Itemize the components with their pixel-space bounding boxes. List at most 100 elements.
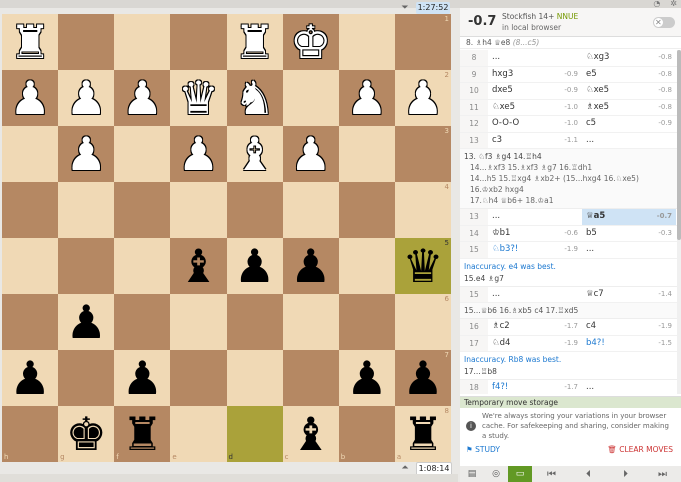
black-move[interactable]: ♗xe5 -0.8: [582, 100, 676, 116]
square-a8[interactable]: ♜ 8 a: [394, 406, 451, 462]
scrollbar-thumb[interactable]: [677, 50, 681, 240]
square-b8[interactable]: b: [338, 406, 395, 462]
square-f3[interactable]: [114, 126, 171, 182]
square-g6[interactable]: ♟: [58, 294, 115, 350]
square-e5[interactable]: ♝: [170, 238, 227, 294]
square-a3[interactable]: 3: [394, 126, 451, 182]
black-move[interactable]: ♕c7 -1.4: [582, 287, 676, 303]
square-e3[interactable]: ♟: [170, 126, 227, 182]
variation-comment[interactable]: 15...♕b6 16.♗xb5 c4 17.♖xd5: [460, 303, 677, 319]
square-d7[interactable]: [226, 350, 283, 406]
square-f1[interactable]: [114, 14, 171, 70]
square-h4[interactable]: [2, 182, 59, 238]
white-move[interactable]: ...: [488, 50, 582, 66]
square-b6[interactable]: [338, 294, 395, 350]
prev-move-button[interactable]: ⏴: [570, 466, 607, 482]
piece[interactable]: ♟: [9, 75, 50, 121]
piece[interactable]: ♟: [66, 299, 107, 345]
square-a6[interactable]: 6: [394, 294, 451, 350]
square-d6[interactable]: [226, 294, 283, 350]
black-move[interactable]: e5 -0.8: [582, 67, 676, 83]
white-move[interactable]: ♔b1 -0.6: [488, 226, 582, 242]
square-f2[interactable]: ♟: [114, 70, 171, 126]
square-d1[interactable]: ♜: [226, 14, 283, 70]
square-d2[interactable]: ♞: [226, 70, 283, 126]
chess-board[interactable]: ♜ ♜ ♚ 1 ♟ ♟ ♟ ♛ ♞ ♟ ♟ 2 ♟ ♟ ♝ ♟ 3 4 ♝ ♟ ♟ ♛ 5 ♟ 6 ♟ ♟ ♟ ♟ 7 h ♚ g ♜ f e d ♝ c b…: [2, 14, 451, 462]
white-move[interactable]: f4?! -1.7: [488, 380, 582, 394]
black-move[interactable]: c5 -0.9: [582, 116, 676, 132]
square-f8[interactable]: ♜ f: [114, 406, 171, 462]
square-g4[interactable]: [58, 182, 115, 238]
piece[interactable]: ♟: [66, 131, 107, 177]
square-h2[interactable]: ♟: [2, 70, 59, 126]
black-move[interactable]: c4 -1.9: [582, 319, 676, 335]
study-button[interactable]: ⚑ STUDY: [466, 445, 500, 454]
square-h3[interactable]: [2, 126, 59, 182]
square-a2[interactable]: ♟ 2: [394, 70, 451, 126]
square-b3[interactable]: [338, 126, 395, 182]
square-h8[interactable]: h: [2, 406, 59, 462]
white-move[interactable]: ♗c2 -1.7: [488, 319, 582, 335]
move-list-scrollbar[interactable]: [677, 50, 681, 394]
black-move[interactable]: ...: [582, 380, 676, 394]
piece[interactable]: ♝: [234, 131, 275, 177]
piece[interactable]: ♟: [9, 355, 50, 401]
square-e7[interactable]: [170, 350, 227, 406]
square-g8[interactable]: ♚ g: [58, 406, 115, 462]
square-a5[interactable]: ♛ 5: [394, 238, 451, 294]
suggested-line[interactable]: 17...♖b8: [460, 367, 677, 380]
piece[interactable]: ♚: [290, 19, 331, 65]
square-a4[interactable]: 4: [394, 182, 451, 238]
opening-book-button[interactable]: ▤: [460, 466, 484, 482]
gear-icon[interactable]: ✲: [670, 0, 677, 8]
square-g3[interactable]: ♟: [58, 126, 115, 182]
square-c8[interactable]: ♝ c: [282, 406, 339, 462]
piece[interactable]: ♟: [346, 355, 387, 401]
piece[interactable]: ♟: [290, 131, 331, 177]
piece[interactable]: ♟: [290, 243, 331, 289]
black-move[interactable]: b5 -0.3: [582, 226, 676, 242]
piece[interactable]: ♞: [234, 75, 275, 121]
principal-variation[interactable]: 8. ♗h4 ♕e8 (8...c5): [460, 37, 681, 49]
piece[interactable]: ♜: [234, 19, 275, 65]
square-f5[interactable]: [114, 238, 171, 294]
piece[interactable]: ♜: [9, 19, 50, 65]
clear-moves-button[interactable]: 🗑 CLEAR MOVES: [607, 445, 673, 454]
square-a1[interactable]: 1: [394, 14, 451, 70]
first-move-button[interactable]: ⏮: [533, 466, 570, 482]
white-move[interactable]: ♘d4 -1.9: [488, 336, 582, 352]
white-move[interactable]: hxg3 -0.9: [488, 67, 582, 83]
piece[interactable]: ♝: [290, 411, 331, 457]
square-b1[interactable]: [338, 14, 395, 70]
square-f4[interactable]: [114, 182, 171, 238]
square-b2[interactable]: ♟: [338, 70, 395, 126]
white-move[interactable]: c3 -1.1: [488, 133, 582, 149]
piece[interactable]: ♟: [66, 75, 107, 121]
square-e6[interactable]: [170, 294, 227, 350]
square-c6[interactable]: [282, 294, 339, 350]
square-h6[interactable]: [2, 294, 59, 350]
piece[interactable]: ♜: [402, 411, 443, 457]
white-move[interactable]: ...: [488, 287, 582, 303]
piece[interactable]: ♝: [178, 243, 219, 289]
white-move[interactable]: ♘b3?! -1.9: [488, 242, 582, 258]
square-h5[interactable]: [2, 238, 59, 294]
square-b7[interactable]: ♟: [338, 350, 395, 406]
square-b5[interactable]: [338, 238, 395, 294]
square-g2[interactable]: ♟: [58, 70, 115, 126]
black-move[interactable]: ♘xe5 -0.8: [582, 83, 676, 99]
square-f6[interactable]: [114, 294, 171, 350]
move-list[interactable]: 8... ♘xg3 -0.8 9 hxg3 -0.9 e5 -0.8 10 dxe5 -0.9 ♘xe…: [460, 50, 677, 394]
last-move-button[interactable]: ⏭: [644, 466, 681, 482]
suggested-line[interactable]: 15.e4 ♗g7: [460, 274, 677, 287]
piece[interactable]: ♜: [122, 411, 163, 457]
piece[interactable]: ♟: [122, 355, 163, 401]
white-move[interactable]: ♘xe5 -1.0: [488, 100, 582, 116]
square-e2[interactable]: ♛: [170, 70, 227, 126]
square-c4[interactable]: [282, 182, 339, 238]
variation-comment[interactable]: 13. ♘f3 ♗g4 14.♖h4 14...♗xf3 15.♗xf3 ♗g7 …: [460, 149, 677, 209]
piece[interactable]: ♟: [178, 131, 219, 177]
computer-analysis-button[interactable]: ▭: [508, 466, 532, 482]
square-a7[interactable]: ♟ 7: [394, 350, 451, 406]
square-c1[interactable]: ♚: [282, 14, 339, 70]
